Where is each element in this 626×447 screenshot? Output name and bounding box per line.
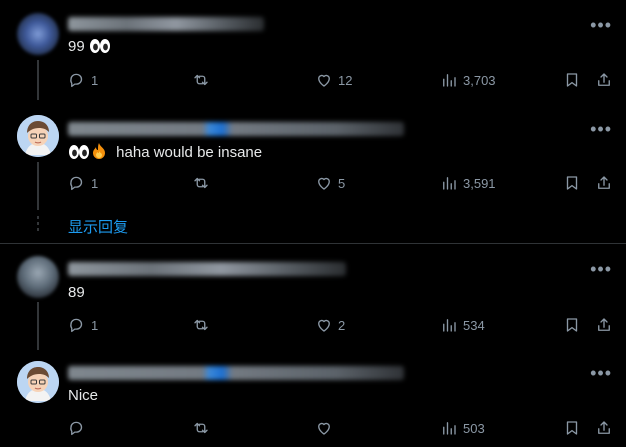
share-icon	[598, 421, 610, 434]
view-count: 534	[463, 317, 485, 333]
bookmark-button[interactable]	[563, 174, 581, 192]
eyes-emoji-icon	[89, 39, 110, 53]
author-name-blurred[interactable]	[68, 122, 404, 136]
bookmark-icon	[566, 421, 578, 435]
views-icon	[443, 319, 456, 332]
like-count: 5	[338, 175, 346, 191]
bookmark-icon	[566, 318, 578, 332]
action-bar: 1 5 3,591	[0, 174, 626, 196]
like-button[interactable]: 2	[315, 316, 345, 334]
thread-dot	[37, 228, 39, 231]
views-icon	[443, 74, 456, 87]
post-text: Nice	[68, 387, 98, 404]
reply-count: 1	[91, 175, 99, 191]
share-button[interactable]	[595, 174, 613, 192]
share-button[interactable]	[595, 316, 613, 334]
action-bar: 503	[0, 419, 626, 441]
view-count: 3,591	[463, 175, 496, 191]
bookmark-button[interactable]	[563, 316, 581, 334]
more-options-icon[interactable]: •••	[590, 120, 612, 138]
thread-dot	[37, 222, 39, 225]
author-name-blurred[interactable]	[68, 366, 404, 380]
repost-button[interactable]	[192, 174, 210, 192]
action-bar: 1 2 534	[0, 316, 626, 338]
reply-icon	[70, 176, 83, 191]
reply-count: 1	[91, 317, 99, 333]
like-button[interactable]: 5	[315, 174, 345, 192]
author-name-blurred[interactable]	[68, 262, 346, 276]
cartoon-avatar-icon	[17, 361, 59, 403]
views-button[interactable]: 534	[440, 316, 485, 334]
reply-button[interactable]: 1	[68, 316, 98, 334]
heart-icon	[318, 319, 330, 332]
reply-post[interactable]: ••• 99 1 12 3,703	[0, 0, 626, 100]
avatar[interactable]	[17, 256, 59, 298]
reply-button[interactable]: 1	[68, 71, 98, 89]
fire-emoji-icon	[93, 143, 105, 159]
post-text-content: haha would be insane	[116, 144, 263, 161]
bookmark-button[interactable]	[563, 71, 581, 89]
reply-count: 1	[91, 72, 99, 88]
post-text: 89	[68, 284, 85, 301]
view-count: 3,703	[463, 72, 496, 88]
views-icon	[443, 177, 456, 190]
more-options-icon[interactable]: •••	[590, 260, 612, 278]
views-icon	[443, 422, 456, 435]
view-count: 503	[463, 420, 485, 436]
post-text: haha would be insane	[68, 142, 262, 161]
like-button[interactable]	[315, 419, 338, 437]
reply-button[interactable]: 1	[68, 174, 98, 192]
reply-icon	[70, 73, 83, 88]
repost-icon	[194, 177, 208, 189]
reply-icon	[70, 421, 83, 436]
share-button[interactable]	[595, 419, 613, 437]
post-text: 99	[68, 38, 111, 55]
avatar[interactable]	[17, 361, 59, 403]
post-text-content: 99	[68, 38, 85, 55]
thread-dot	[37, 216, 39, 219]
post-text-content: Nice	[68, 387, 99, 404]
post-text-content: 89	[68, 284, 85, 301]
reply-icon	[70, 318, 83, 333]
share-button[interactable]	[595, 71, 613, 89]
avatar[interactable]	[17, 115, 59, 157]
repost-button[interactable]	[192, 419, 210, 437]
share-icon	[598, 73, 610, 86]
views-button[interactable]: 3,703	[440, 71, 496, 89]
repost-icon	[194, 422, 208, 434]
repost-button[interactable]	[192, 71, 210, 89]
avatar[interactable]	[17, 13, 59, 55]
reply-post[interactable]: ••• 89 1 2 534	[0, 244, 626, 350]
heart-icon	[318, 422, 330, 435]
show-replies-link[interactable]: 显示回复	[68, 216, 128, 237]
repost-icon	[194, 319, 208, 331]
like-count: 12	[338, 72, 353, 88]
views-button[interactable]: 3,591	[440, 174, 496, 192]
action-bar: 1 12 3,703	[0, 71, 626, 93]
like-count: 2	[338, 317, 346, 333]
heart-icon	[318, 177, 330, 190]
reply-post[interactable]: ••• haha would be insane 1 5 3,591 显示回复	[0, 100, 626, 243]
views-button[interactable]: 503	[440, 419, 485, 437]
repost-button[interactable]	[192, 316, 210, 334]
share-icon	[598, 318, 610, 331]
author-name-blurred[interactable]	[68, 17, 264, 31]
like-button[interactable]: 12	[315, 71, 352, 89]
cartoon-avatar-icon	[17, 115, 59, 157]
bookmark-icon	[566, 73, 578, 87]
reply-button[interactable]	[68, 419, 91, 437]
more-options-icon[interactable]: •••	[590, 16, 612, 34]
share-icon	[598, 176, 610, 189]
more-options-icon[interactable]: •••	[590, 364, 612, 382]
heart-icon	[318, 74, 330, 87]
eyes-emoji-icon	[69, 145, 89, 159]
reply-post[interactable]: ••• Nice 503	[0, 344, 626, 447]
bookmark-icon	[566, 176, 578, 190]
bookmark-button[interactable]	[563, 419, 581, 437]
repost-icon	[194, 74, 208, 86]
